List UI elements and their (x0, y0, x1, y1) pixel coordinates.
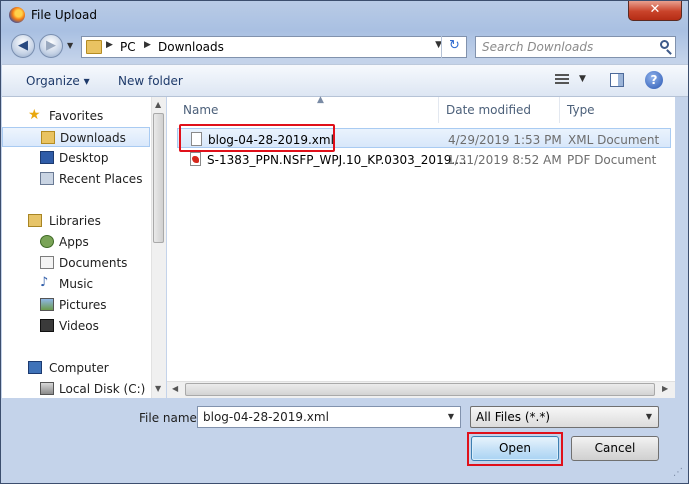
videos-icon (40, 319, 54, 332)
address-bar[interactable]: ▶ PC ▶ Downloads ▼ (81, 36, 467, 58)
column-header-name[interactable]: ▲ Name (177, 95, 439, 123)
sidebar-label: Apps (59, 235, 89, 249)
apps-icon (40, 235, 54, 248)
column-header-date-modified[interactable]: Date modified (440, 97, 560, 123)
sidebar-label: Libraries (49, 214, 101, 228)
sidebar-item-recent-places[interactable]: Recent Places (2, 169, 150, 189)
music-icon: ♪ (40, 275, 49, 290)
cancel-button[interactable]: Cancel (571, 436, 659, 461)
chevron-right-icon[interactable]: ▶ (144, 40, 151, 50)
chevron-down-icon: ▼ (645, 412, 652, 421)
file-highlight-annotation (179, 124, 335, 152)
firefox-icon (9, 7, 25, 23)
file-list: ▲ Name Date modified Type blog-04-28-201… (167, 95, 675, 398)
pdf-file-icon (190, 152, 201, 166)
sidebar-item-favorites[interactable]: ★ Favorites (2, 106, 150, 126)
scroll-left-icon[interactable]: ◀ (172, 384, 178, 393)
sidebar-label: Pictures (59, 298, 107, 312)
sort-ascending-icon: ▲ (317, 95, 324, 105)
chevron-down-icon[interactable]: ▼ (448, 412, 454, 421)
star-icon: ★ (28, 107, 41, 123)
preview-pane-icon[interactable] (610, 73, 624, 87)
sidebar-item-documents[interactable]: Documents (2, 253, 150, 273)
scroll-down-icon[interactable]: ▼ (155, 384, 161, 393)
file-type: XML Document (568, 133, 660, 147)
sidebar-item-videos[interactable]: Videos (2, 316, 150, 336)
sidebar-label: Videos (59, 319, 99, 333)
sidebar-label: Documents (59, 256, 128, 270)
scroll-up-icon[interactable]: ▲ (155, 100, 161, 109)
resize-grip-icon[interactable]: ⋰ (673, 467, 683, 478)
sidebar-label: Music (59, 277, 94, 291)
scroll-right-icon[interactable]: ▶ (662, 384, 668, 393)
file-upload-dialog: File Upload ✕ ◀ ▶ ▼ ▶ PC ▶ Downloads ▼ ↻… (0, 0, 689, 484)
column-label: Date modified (446, 103, 532, 117)
sidebar-label: Local Disk (C:) (59, 382, 146, 396)
sidebar-label: Desktop (59, 151, 109, 165)
sidebar-item-desktop[interactable]: Desktop (2, 148, 150, 168)
scrollbar-thumb[interactable] (185, 383, 655, 396)
sidebar-item-apps[interactable]: Apps (2, 232, 150, 252)
organize-button[interactable]: Organize ▾ (26, 74, 90, 88)
toolbar: Organize ▾ New folder ▼ ? (2, 64, 688, 97)
breadcrumb-pc[interactable]: PC (120, 40, 136, 54)
file-name-label: File name: (139, 411, 201, 425)
folder-icon (86, 40, 102, 54)
navigation-scrollbar[interactable]: ▲ ▼ (151, 97, 166, 398)
file-name-value: blog-04-28-2019.xml (203, 410, 329, 424)
file-date: 1/31/2019 8:52 AM (447, 153, 562, 167)
sidebar-label: Downloads (60, 131, 126, 145)
navigation-pane: ★ Favorites Downloads Desktop Recent Pla… (2, 97, 166, 398)
search-placeholder: Search Downloads (482, 40, 594, 54)
horizontal-scrollbar[interactable]: ◀ ▶ (167, 381, 675, 398)
sidebar-item-local-disk[interactable]: Local Disk (C:) (2, 379, 150, 399)
dialog-title: File Upload (31, 8, 97, 22)
sidebar-label: Favorites (49, 109, 104, 123)
sidebar-label: Computer (49, 361, 109, 375)
sidebar-item-music[interactable]: ♪ Music (2, 274, 150, 294)
close-button[interactable]: ✕ (628, 1, 682, 21)
file-name: S-1383_PPN.NSFP_WPJ.10_KP.0303_2019.... (207, 153, 467, 167)
recent-places-icon (40, 172, 54, 185)
help-icon[interactable]: ? (645, 71, 663, 89)
sidebar-label: Recent Places (59, 172, 143, 186)
scrollbar-thumb[interactable] (153, 113, 164, 243)
desktop-icon (40, 151, 54, 164)
sidebar-item-pictures[interactable]: Pictures (2, 295, 150, 315)
column-label: Name (183, 103, 219, 117)
open-button[interactable]: Open (471, 436, 559, 461)
chevron-right-icon[interactable]: ▶ (106, 40, 113, 50)
new-folder-button[interactable]: New folder (118, 74, 183, 88)
file-type: PDF Document (567, 153, 657, 167)
column-label: Type (567, 103, 595, 117)
file-date: 4/29/2019 1:53 PM (448, 133, 562, 147)
forward-button[interactable]: ▶ (39, 34, 63, 58)
view-options-icon[interactable] (555, 74, 569, 86)
column-header-type[interactable]: Type (561, 97, 675, 123)
local-disk-icon (40, 382, 54, 395)
computer-icon (28, 361, 42, 374)
search-input[interactable]: Search Downloads (475, 36, 676, 58)
recent-locations-dropdown[interactable]: ▼ (67, 41, 73, 50)
file-name-field[interactable]: blog-04-28-2019.xml ▼ (197, 406, 461, 428)
documents-icon (40, 256, 54, 269)
file-row[interactable]: S-1383_PPN.NSFP_WPJ.10_KP.0303_2019.... … (177, 149, 671, 169)
breadcrumb-downloads[interactable]: Downloads (158, 40, 224, 54)
pictures-icon (40, 298, 54, 311)
search-icon (660, 40, 669, 49)
sidebar-item-downloads[interactable]: Downloads (2, 127, 150, 147)
filter-value: All Files (*.*) (476, 410, 551, 424)
libraries-icon (28, 214, 42, 227)
file-type-filter[interactable]: All Files (*.*) ▼ (470, 406, 659, 428)
sidebar-item-computer[interactable]: Computer (2, 358, 150, 378)
title-bar: File Upload ✕ (1, 1, 688, 31)
back-button[interactable]: ◀ (11, 34, 35, 58)
refresh-button[interactable]: ↻ (441, 36, 467, 58)
chevron-down-icon[interactable]: ▼ (579, 74, 586, 84)
sidebar-item-libraries[interactable]: Libraries (2, 211, 150, 231)
downloads-folder-icon (41, 131, 55, 144)
